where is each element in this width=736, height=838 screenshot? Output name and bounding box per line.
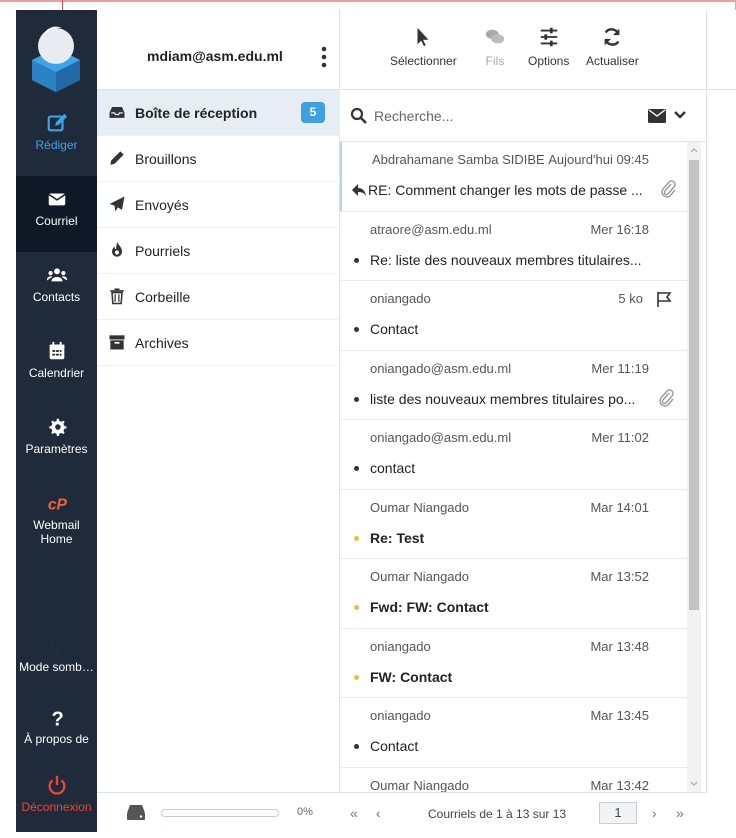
first-page-icon[interactable]: « — [350, 805, 358, 821]
account-header: mdiam@asm.edu.ml — [97, 10, 340, 90]
nav-calendar[interactable]: Calendrier — [16, 328, 97, 404]
flag-icon[interactable] — [656, 291, 672, 307]
folder-inbox[interactable]: Boîte de réception 5 — [97, 90, 340, 136]
folder-panel: mdiam@asm.edu.ml Boîte de réception 5 Br… — [97, 10, 340, 832]
attachment-icon — [659, 388, 674, 407]
page-number[interactable]: 1 — [599, 802, 637, 824]
pagination: « ‹ Courriels de 1 à 13 sur 13 1 › » — [340, 792, 707, 832]
message-list: Abdrahamane Samba SIDIBE Aujourd'hui 09:… — [340, 142, 687, 792]
fire-icon — [112, 241, 122, 257]
search-input[interactable] — [374, 104, 634, 128]
message-row[interactable]: oniangado@asm.edu.ml Mer 11:19 liste des… — [340, 351, 687, 420]
question-icon: ? — [51, 708, 63, 728]
roundcube-logo[interactable] — [16, 10, 97, 100]
message-row[interactable]: oniangado 5 ko Contact — [340, 281, 687, 351]
message-row[interactable]: Oumar Niangado Mar 14:01 Re: Test — [340, 490, 687, 559]
folder-sent[interactable]: Envoyés — [97, 182, 340, 228]
scroll-up-icon[interactable] — [687, 144, 701, 156]
message-row[interactable]: oniangado Mar 13:45 Contact — [340, 698, 687, 768]
quota-bar-area: 0% — [97, 792, 340, 832]
inbox-icon — [109, 107, 125, 118]
message-row[interactable]: oniangado Mar 13:48 FW: Contact — [340, 629, 687, 698]
scrollbar-thumb[interactable] — [689, 160, 699, 610]
folder-drafts[interactable]: Brouillons — [97, 136, 340, 182]
folder-archive[interactable]: Archives — [97, 320, 340, 366]
reply-icon — [352, 184, 366, 196]
chevron-down-icon[interactable] — [674, 110, 686, 120]
search-icon — [350, 107, 367, 124]
cursor-icon — [417, 27, 429, 47]
svg-text:cP: cP — [47, 496, 67, 513]
unread-dot — [354, 674, 359, 680]
message-row[interactable]: Oumar Niangado Mar 13:42 — [340, 768, 687, 793]
message-row[interactable]: oniangado@asm.edu.ml Mer 11:02 contact — [340, 420, 687, 490]
edge-marker — [62, 0, 63, 10]
read-dot — [354, 327, 359, 332]
trash-icon — [110, 288, 124, 305]
preview-header — [707, 10, 736, 90]
message-list-panel: Sélectionner Fils Options Actualiser Abd… — [340, 10, 707, 832]
next-page-icon[interactable]: › — [652, 805, 657, 821]
account-email: mdiam@asm.edu.ml — [147, 48, 283, 64]
list-toolbar: Sélectionner Fils Options Actualiser — [340, 10, 707, 90]
options-button[interactable]: Options — [528, 26, 569, 68]
refresh-button[interactable]: Actualiser — [586, 26, 639, 68]
list-scrollbar[interactable] — [687, 142, 701, 792]
scroll-down-icon[interactable] — [687, 778, 701, 790]
nav-about[interactable]: ? À propos de — [16, 694, 97, 770]
power-icon — [47, 775, 66, 795]
message-row[interactable]: Abdrahamane Samba SIDIBE Aujourd'hui 09:… — [340, 142, 687, 212]
threads-button[interactable]: Fils — [484, 26, 506, 68]
archive-icon — [109, 335, 125, 350]
select-button[interactable]: Sélectionner — [390, 26, 457, 68]
prev-page-icon[interactable]: ‹ — [376, 805, 381, 821]
nav-logout[interactable]: Déconnexion — [16, 762, 97, 838]
sliders-icon — [540, 27, 557, 47]
last-page-icon[interactable]: » — [676, 805, 684, 821]
nav-dark-mode[interactable]: Mode somb… — [16, 622, 97, 698]
comments-icon — [485, 29, 505, 44]
unread-badge: 5 — [301, 102, 325, 123]
paper-plane-icon — [109, 196, 125, 212]
read-dot — [354, 257, 359, 263]
envelope-icon — [47, 193, 66, 206]
cpanel-icon: cP — [47, 496, 67, 513]
envelope-filter-icon[interactable] — [648, 109, 666, 123]
unread-dot — [354, 535, 359, 541]
read-dot — [354, 466, 359, 471]
users-icon — [46, 268, 67, 282]
read-dot — [354, 396, 359, 402]
message-row[interactable]: Oumar Niangado Mar 13:52 Fwd: FW: Contac… — [340, 559, 687, 629]
more-vertical-icon[interactable] — [321, 46, 327, 68]
search-bar — [340, 90, 707, 142]
moon-icon — [50, 636, 60, 654]
gear-icon — [48, 418, 67, 436]
hard-drive-icon — [127, 805, 145, 820]
unread-dot — [354, 605, 359, 610]
refresh-icon — [604, 28, 620, 46]
svg-text:?: ? — [51, 708, 63, 728]
calendar-icon — [49, 341, 64, 360]
main-nav: Rédiger Courriel Contacts Calendrier Par… — [16, 10, 97, 832]
nav-contacts[interactable]: Contacts — [16, 252, 97, 328]
pagination-info: Courriels de 1 à 13 sur 13 — [428, 807, 567, 821]
nav-compose[interactable]: Rédiger — [16, 100, 97, 176]
nav-settings[interactable]: Paramètres — [16, 404, 97, 480]
pencil-icon — [110, 151, 124, 165]
preview-pane — [707, 10, 736, 832]
quota-progress — [161, 809, 279, 817]
nav-webmail-home[interactable]: cP Webmail Home — [16, 480, 97, 560]
quota-percent: 0% — [297, 806, 313, 818]
read-dot — [354, 744, 359, 749]
folder-junk[interactable]: Pourriels — [97, 228, 340, 274]
compose-icon — [47, 113, 67, 132]
attachment-icon — [661, 180, 676, 198]
folder-trash[interactable]: Corbeille — [97, 274, 340, 320]
message-row[interactable]: atraore@asm.edu.ml Mer 16:18 Re: liste d… — [340, 212, 687, 281]
nav-mail[interactable]: Courriel — [16, 176, 97, 252]
